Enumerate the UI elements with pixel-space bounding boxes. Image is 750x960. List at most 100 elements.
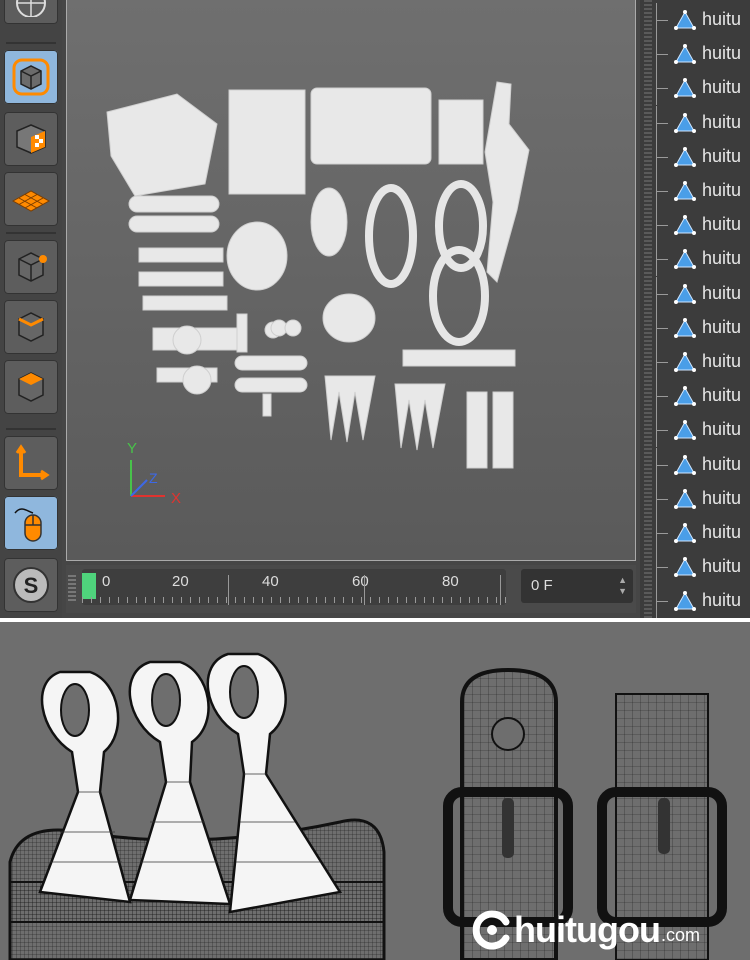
buckle-strap-shape (492, 391, 514, 469)
object-row[interactable]: huitu (640, 345, 750, 379)
tree-branch (656, 567, 668, 569)
object-name: huitu (702, 487, 742, 508)
object-row[interactable]: huitu (640, 105, 750, 140)
toolbar-separator (6, 428, 56, 430)
object-row[interactable]: huitu (640, 584, 750, 618)
polygon-object-icon[interactable] (674, 112, 696, 134)
polygon-object-icon[interactable] (674, 351, 696, 373)
object-row[interactable]: huitu (640, 174, 750, 208)
object-row[interactable]: huitu (640, 242, 750, 277)
object-name: huitu (702, 590, 742, 611)
points-mode-icon (18, 252, 47, 282)
tree-branch (656, 430, 668, 432)
polygon-object-icon[interactable] (674, 248, 696, 270)
tree-branch (656, 122, 668, 124)
tree-branch (656, 533, 668, 534)
current-frame-value: 0 F (531, 577, 553, 594)
svg-text:S: S (24, 573, 39, 598)
tweak-mode-button[interactable] (4, 496, 58, 550)
edges-mode-button[interactable] (4, 300, 58, 354)
object-row[interactable]: huitu (640, 139, 750, 174)
object-row[interactable]: huitu (640, 310, 750, 345)
polygon-object-icon[interactable] (674, 590, 696, 612)
grid-sphere-tool[interactable] (4, 0, 58, 24)
object-name: huitu (702, 316, 742, 337)
major-tick (500, 575, 501, 605)
polygon-object-icon[interactable] (674, 317, 696, 339)
polygon-object-icon[interactable] (674, 180, 696, 202)
polygon-object-icon[interactable] (674, 77, 696, 99)
charm-shape (322, 293, 376, 343)
object-row[interactable]: huitu (640, 447, 750, 482)
workplane-mode-button[interactable] (4, 172, 58, 226)
object-row[interactable]: huitu (640, 3, 750, 37)
model-mode-icon (12, 58, 50, 96)
polygon-object-icon[interactable] (674, 9, 696, 31)
frame-stepper-icon[interactable]: ▲ ▼ (618, 575, 627, 597)
grid-sphere-icon (16, 0, 46, 17)
object-row[interactable]: huitu (640, 71, 750, 106)
object-name: huitu (702, 248, 742, 269)
tree-branch (656, 20, 668, 21)
axis-mode-button[interactable] (4, 436, 58, 490)
tree-branch (656, 88, 668, 90)
object-row[interactable]: huitu (640, 550, 750, 585)
toolbar-separator (6, 232, 56, 234)
object-row[interactable]: huitu (640, 481, 750, 516)
polygons-mode-button[interactable] (4, 360, 58, 414)
polygon-object-icon[interactable] (674, 556, 696, 578)
axis-mode-icon (15, 444, 50, 481)
polygon-object-icon[interactable] (674, 43, 696, 65)
texture-mode-icon (16, 124, 46, 154)
polygon-object-icon[interactable] (674, 385, 696, 407)
object-name: huitu (702, 385, 742, 406)
watermark-domain: .com (660, 924, 700, 945)
timeline-ruler[interactable]: 0 20 40 60 80 (82, 569, 506, 605)
texture-mode-button[interactable] (4, 112, 58, 166)
object-row[interactable]: huitu (640, 379, 750, 414)
tree-branch (656, 54, 668, 56)
object-row[interactable]: huitu (640, 37, 750, 72)
edges-mode-icon (18, 312, 44, 342)
pouch-shape (228, 89, 306, 195)
polygons-mode-icon (18, 372, 44, 402)
polygon-object-icon[interactable] (674, 419, 696, 441)
tree-branch (656, 601, 668, 603)
tick-label: 80 (442, 573, 459, 590)
object-name: huitu (702, 77, 742, 98)
current-frame-field[interactable]: 0 F ▲ ▼ (521, 569, 633, 603)
snap-button[interactable]: S (4, 558, 58, 612)
object-name: huitu (702, 419, 742, 440)
strap-shape (142, 295, 228, 311)
tree-branch (656, 464, 668, 466)
polygon-object-icon[interactable] (674, 522, 696, 544)
tree-branch (656, 191, 668, 192)
object-row[interactable]: huitu (640, 276, 750, 311)
buckle-strap-shape (466, 391, 488, 469)
timeline-grip[interactable] (68, 575, 76, 601)
axis-x-label: X (171, 490, 182, 507)
polygon-object-icon[interactable] (674, 283, 696, 305)
watermark-logo-icon (472, 910, 510, 950)
polygon-object-icon[interactable] (674, 454, 696, 476)
polygon-object-icon[interactable] (674, 214, 696, 236)
strap-shape (138, 247, 224, 263)
polygon-object-icon[interactable] (674, 146, 696, 168)
object-row[interactable]: huitu (640, 516, 750, 550)
pouch-shape (106, 93, 218, 197)
polygon-object-icon[interactable] (674, 488, 696, 510)
watermark-text: huitugou (514, 909, 661, 950)
object-name: huitu (702, 9, 742, 29)
object-name: huitu (702, 351, 742, 371)
points-mode-button[interactable] (4, 240, 58, 294)
object-row[interactable]: huitu (640, 413, 750, 448)
workplane-mode-icon (11, 190, 51, 212)
3d-viewport[interactable]: Y Z X (66, 0, 636, 561)
object-row[interactable]: huitu (640, 208, 750, 243)
dart-loop-hole (60, 683, 90, 737)
scroll-shape (234, 355, 308, 371)
key-shape (236, 313, 248, 353)
playhead[interactable] (82, 573, 96, 599)
model-mode-button[interactable] (4, 50, 58, 104)
left-toolbar: S (0, 0, 62, 618)
